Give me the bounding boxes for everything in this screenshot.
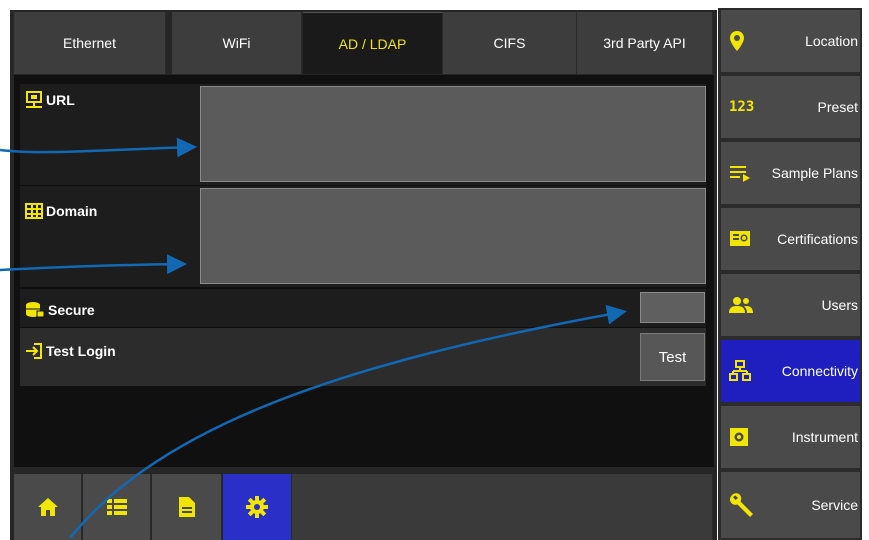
domain-arrow (0, 254, 187, 275)
secure-arrow (69, 304, 627, 538)
url-arrow (0, 137, 197, 158)
annotation-arrows (0, 137, 627, 538)
